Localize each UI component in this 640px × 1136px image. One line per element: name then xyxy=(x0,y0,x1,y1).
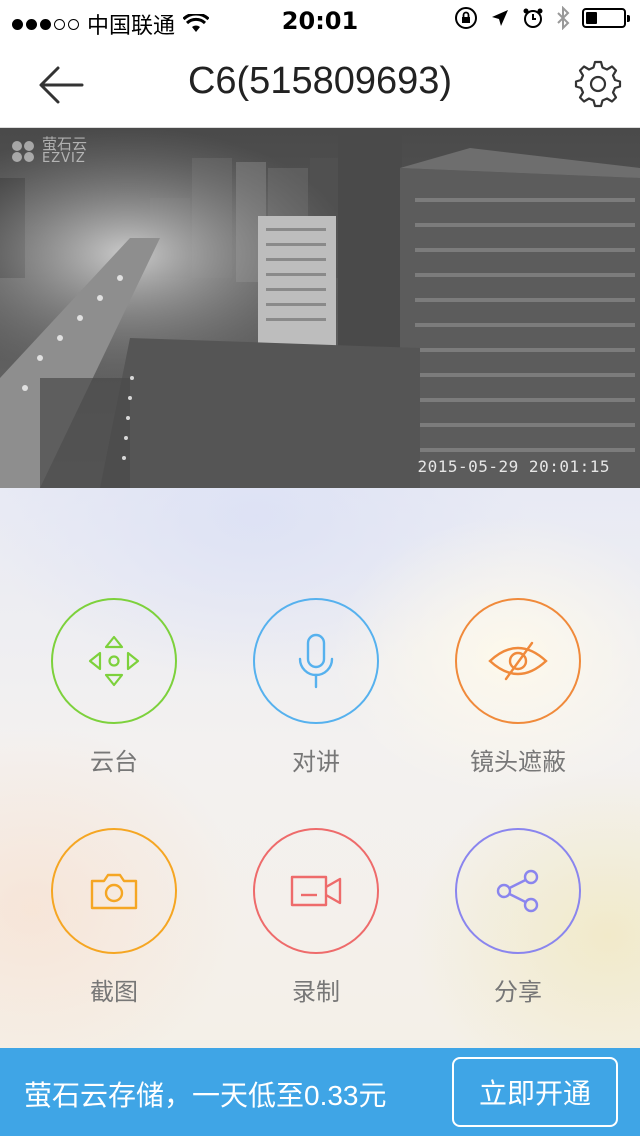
screenshot-button[interactable]: 截图 xyxy=(14,828,214,1008)
ptz-control-button[interactable]: 云台 xyxy=(14,598,214,778)
navigation-bar: C6(515809693) xyxy=(0,40,640,128)
alarm-icon xyxy=(523,8,543,28)
status-right xyxy=(454,6,630,30)
ptz-circle xyxy=(51,598,177,724)
lens-mask-label: 镜头遮蔽 xyxy=(470,748,566,776)
video-record-icon xyxy=(290,875,342,907)
intercom-button[interactable]: 对讲 xyxy=(216,598,416,778)
ptz-direction-icon xyxy=(88,635,140,687)
share-icon xyxy=(496,869,539,913)
status-bar: 中国联通 20:01 xyxy=(0,0,640,40)
lens-mask-circle xyxy=(455,598,581,724)
gear-icon xyxy=(574,60,622,108)
share-circle xyxy=(455,828,581,954)
live-video-view[interactable]: 萤石云 EZVIZ 2015-05-29 20:01:15 xyxy=(0,128,640,488)
activate-now-button[interactable]: 立即开通 xyxy=(452,1057,618,1127)
video-frame xyxy=(0,128,640,488)
lens-mask-button[interactable]: 镜头遮蔽 xyxy=(418,598,618,778)
battery-icon xyxy=(582,8,630,28)
settings-button[interactable] xyxy=(574,60,622,108)
share-label: 分享 xyxy=(494,978,542,1006)
intercom-circle xyxy=(253,598,379,724)
record-circle xyxy=(253,828,379,954)
bluetooth-icon xyxy=(557,6,570,30)
battery-level-fill xyxy=(586,12,597,24)
microphone-icon xyxy=(298,633,334,689)
rotation-lock-icon xyxy=(455,7,477,29)
camera-icon xyxy=(90,873,138,910)
control-panel: 云台 对讲 镜头遮蔽 截图 录制 分享 xyxy=(0,488,640,1048)
record-label: 录制 xyxy=(292,978,340,1006)
eye-slash-icon xyxy=(488,641,548,681)
location-arrow-icon xyxy=(492,10,508,26)
record-button[interactable]: 录制 xyxy=(216,828,416,1008)
ezviz-logo-icon xyxy=(12,140,34,162)
intercom-label: 对讲 xyxy=(292,748,340,776)
share-button[interactable]: 分享 xyxy=(418,828,618,1008)
screenshot-label: 截图 xyxy=(90,978,138,1006)
cloud-storage-banner: 萤石云存储，一天低至0.33元 立即开通 xyxy=(0,1048,640,1136)
logo-chinese-text: 萤石云 xyxy=(42,135,88,153)
ptz-label: 云台 xyxy=(90,748,138,776)
video-timestamp: 2015-05-29 20:01:15 xyxy=(417,457,610,476)
logo-english-text: EZVIZ xyxy=(42,151,86,166)
promo-text: 萤石云存储，一天低至0.33元 xyxy=(24,1080,387,1111)
ezviz-logo: 萤石云 EZVIZ xyxy=(10,136,87,165)
page-title: C6(515809693) xyxy=(187,60,453,102)
screenshot-circle xyxy=(51,828,177,954)
